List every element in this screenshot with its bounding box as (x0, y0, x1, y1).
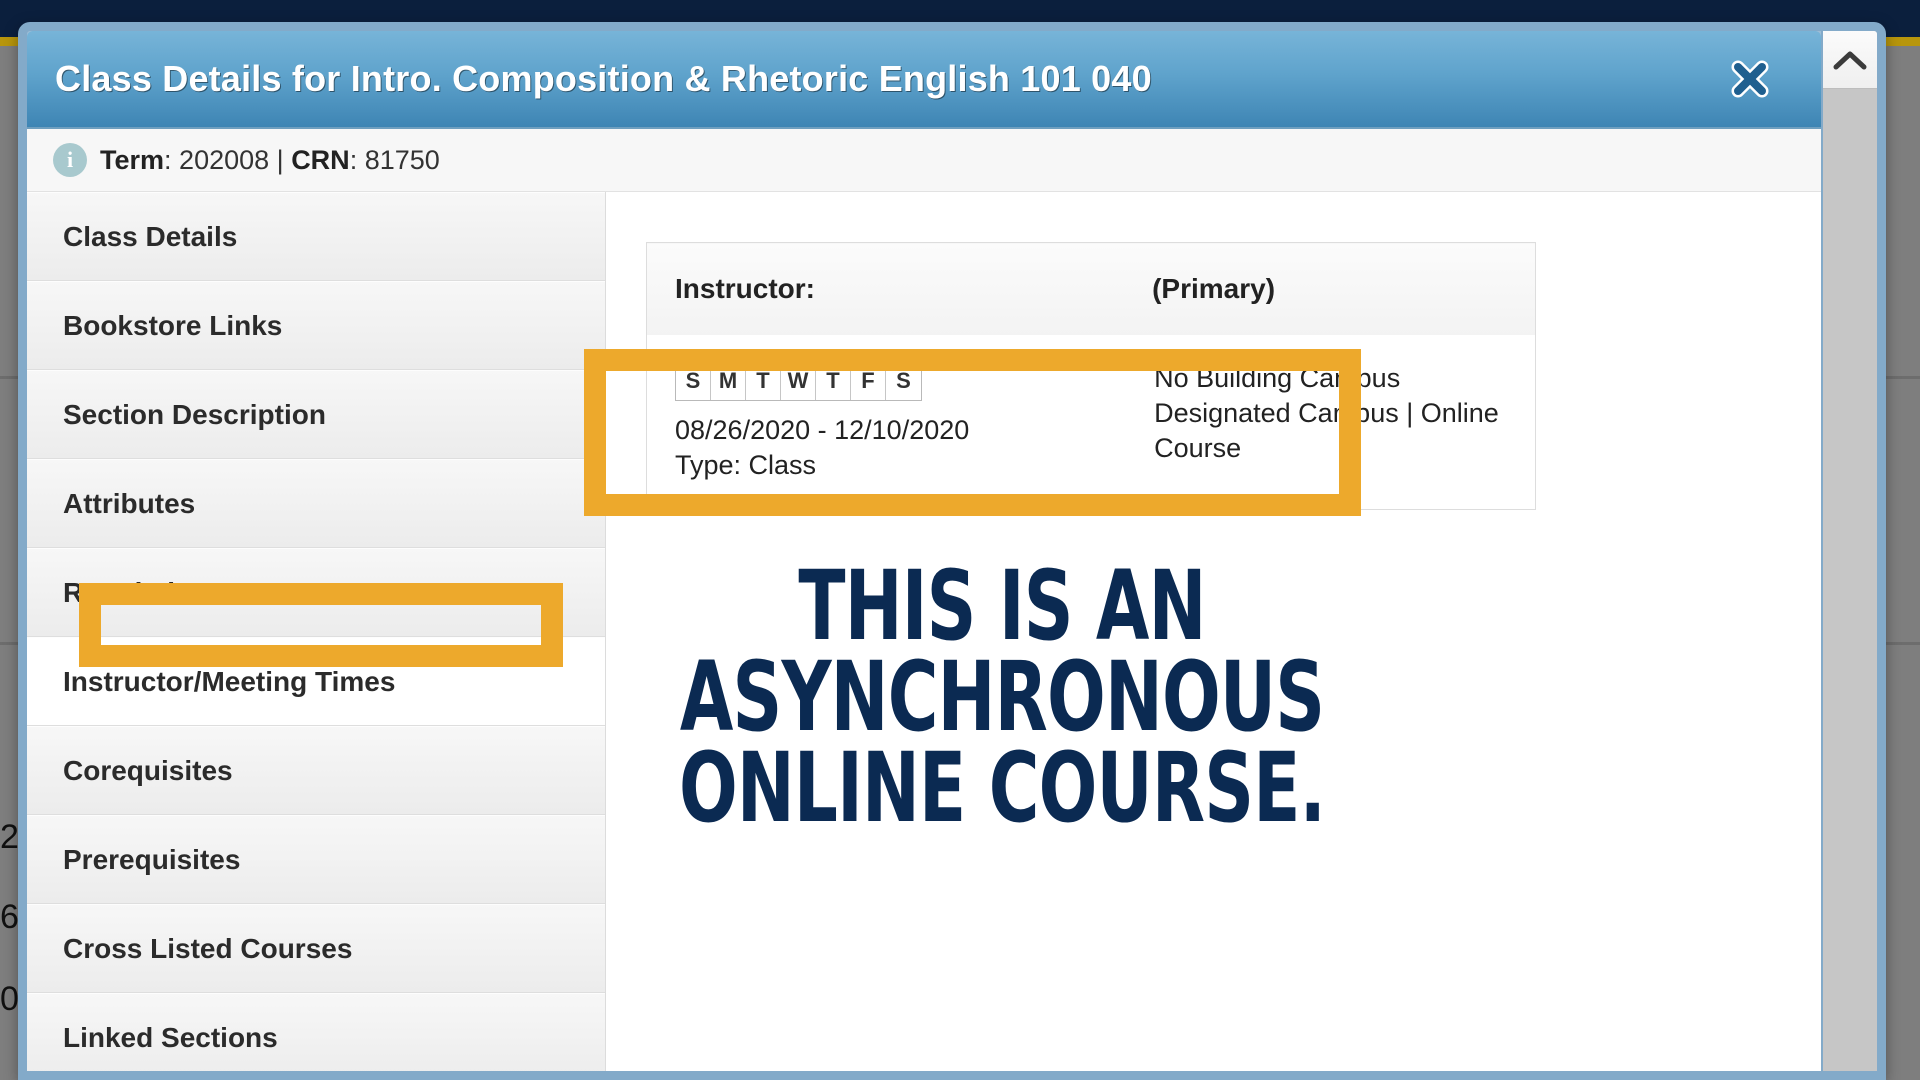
table-header-row: Instructor: (Primary) (646, 242, 1536, 335)
term-colon: : (164, 144, 180, 175)
term-crn-separator: | (269, 144, 292, 175)
page-title: Class Details for Intro. Composition & R… (55, 58, 1152, 99)
table-row: S M T W T F S 08/26/2020 - 12/10/2020 Ty… (647, 335, 1536, 510)
term-label: Term (100, 144, 165, 175)
scroll-up-button[interactable] (1823, 31, 1877, 89)
sidebar-item-cross-listed-courses[interactable]: Cross Listed Courses (27, 904, 605, 993)
sidebar-item-instructor-meeting-times[interactable]: Instructor/Meeting Times (27, 637, 605, 726)
instructor-primary-cell: (Primary) (1124, 242, 1536, 335)
crn-colon: : (349, 144, 365, 175)
days-of-week-indicator: S M T W T F S (675, 361, 922, 401)
day-box-tuesday: T (746, 362, 781, 400)
instructor-meeting-times-panel: Instructor: (Primary) S M T W T F S 08/2… (606, 192, 1821, 1071)
crn-label: CRN (291, 144, 350, 175)
location-line: Designated Campus | Online (1154, 398, 1499, 429)
meeting-type: Type: Class (675, 450, 817, 481)
close-icon (1725, 54, 1775, 104)
meeting-schedule-cell: S M T W T F S 08/26/2020 - 12/10/2020 Ty… (647, 335, 1125, 510)
modal-titlebar: Class Details for Intro. Composition & R… (27, 31, 1821, 129)
sidebar-item-label: Class Details (63, 220, 238, 252)
day-box-wednesday: W (781, 362, 816, 400)
term-value: 202008 (179, 144, 270, 175)
term-crn-text: Term: 202008 | CRN: 81750 (100, 145, 440, 176)
crn-value: 81750 (364, 144, 440, 175)
sidebar-item-label: Prerequisites (63, 843, 241, 875)
sidebar-item-section-description[interactable]: Section Description (27, 370, 605, 459)
sidebar-item-label: Attributes (63, 487, 196, 519)
meeting-location-cell: No Building Campus Designated Campus | O… (1124, 335, 1535, 510)
sidebar-item-label: Section Description (63, 398, 326, 430)
info-icon: i (53, 143, 87, 177)
instructor-label-cell: Instructor: (646, 242, 918, 335)
sidebar-item-attributes[interactable]: Attributes (27, 459, 605, 548)
sidebar-item-bookstore-links[interactable]: Bookstore Links (27, 281, 605, 370)
modal-inner: Class Details for Intro. Composition & R… (27, 31, 1821, 1071)
sidebar-item-prerequisites[interactable]: Prerequisites (27, 815, 605, 904)
class-details-modal: Class Details for Intro. Composition & R… (18, 22, 1886, 1080)
modal-content: Class Details Bookstore Links Section De… (27, 192, 1821, 1071)
scrollbar-track[interactable] (1823, 89, 1877, 1071)
instructor-name-cell (917, 242, 1125, 335)
meeting-times-table: Instructor: (Primary) S M T W T F S 08/2… (646, 242, 1536, 511)
sidebar-item-label: Restrictions (63, 576, 225, 608)
close-button[interactable] (1723, 52, 1777, 106)
sidebar-item-linked-sections[interactable]: Linked Sections (27, 993, 605, 1071)
sidebar-item-restrictions[interactable]: Restrictions (27, 548, 605, 637)
sidebar-item-class-details[interactable]: Class Details (27, 192, 605, 281)
sidebar-item-label: Linked Sections (63, 1021, 278, 1053)
day-box-thursday: T (816, 362, 851, 400)
location-line: Course (1154, 433, 1242, 464)
day-box-saturday: S (886, 362, 921, 400)
chevron-up-icon (1833, 49, 1867, 71)
class-details-sidebar: Class Details Bookstore Links Section De… (27, 192, 606, 1071)
day-box-friday: F (851, 362, 886, 400)
sidebar-item-label: Corequisites (63, 754, 233, 786)
sidebar-item-corequisites[interactable]: Corequisites (27, 726, 605, 815)
day-box-sunday: S (676, 362, 711, 400)
sidebar-item-label: Bookstore Links (63, 309, 283, 341)
location-line: No Building Campus (1154, 363, 1401, 393)
term-crn-bar: i Term: 202008 | CRN: 81750 (27, 129, 1821, 192)
modal-scrollbar[interactable] (1821, 31, 1877, 1071)
meeting-date-range: 08/26/2020 - 12/10/2020 (675, 415, 970, 445)
sidebar-item-label: Cross Listed Courses (63, 932, 353, 964)
day-box-monday: M (711, 362, 746, 400)
sidebar-item-label: Instructor/Meeting Times (63, 665, 396, 697)
